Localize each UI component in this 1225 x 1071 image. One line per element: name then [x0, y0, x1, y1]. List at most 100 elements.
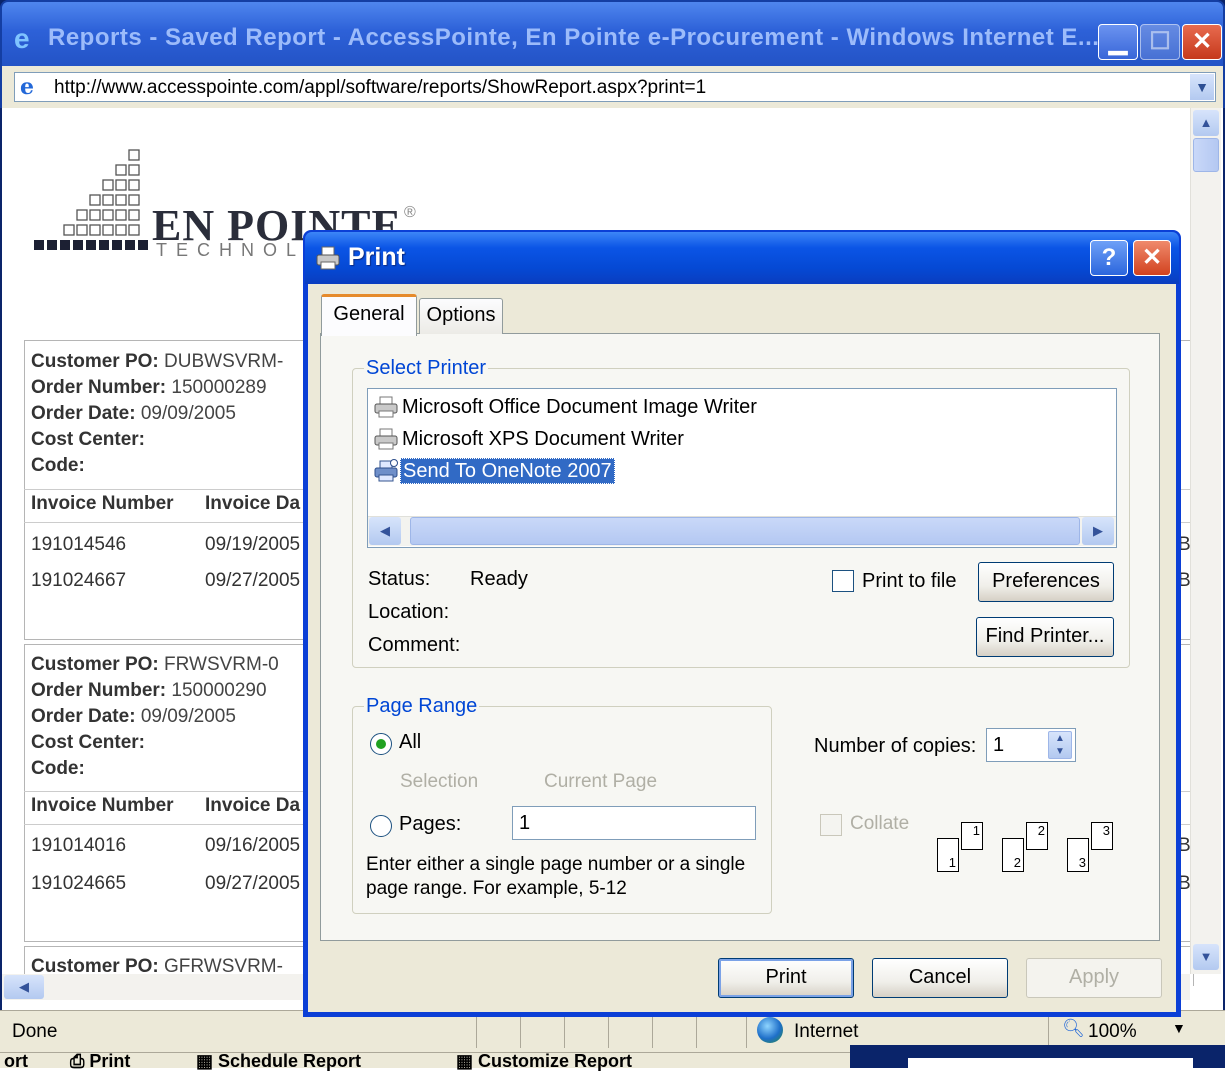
preferences-button[interactable]: Preferences — [978, 562, 1114, 602]
column-header-invoice-date: Invoice Da — [205, 795, 301, 816]
printer-icon — [374, 396, 398, 418]
collate-page-icon: 3 — [1067, 838, 1089, 872]
invoice-date-cell: 09/16/2005 — [205, 835, 301, 856]
apply-button[interactable]: Apply — [1026, 958, 1162, 998]
code-label: Code: — [31, 758, 85, 779]
logo-subtitle: TECHNOL — [156, 240, 306, 260]
collate-page-icon: 3 — [1091, 822, 1113, 850]
chevron-left-icon: ◀ — [19, 979, 29, 994]
invoice-date-cell: 09/19/2005 — [205, 534, 301, 555]
find-printer-button[interactable]: Find Printer... — [976, 617, 1114, 657]
collate-page-icon: 1 — [937, 838, 959, 872]
calendar-icon: ▦ — [456, 1051, 479, 1071]
printer-status-value: Ready — [470, 568, 528, 590]
radio-all[interactable] — [370, 733, 392, 755]
printer-item-onenote[interactable]: Send To OneNote 2007 — [372, 457, 615, 487]
radio-all-label[interactable]: All — [399, 731, 421, 754]
tab-options[interactable]: Options — [419, 298, 503, 334]
page-range-title: Page Range — [364, 695, 480, 718]
scroll-down-button[interactable]: ▼ — [1193, 944, 1219, 970]
select-printer-title: Select Printer — [364, 357, 489, 380]
radio-current-page-label: Current Page — [544, 771, 658, 792]
printer-item-office-image-writer[interactable]: Microsoft Office Document Image Writer — [372, 395, 759, 423]
order-number-row: Order Number: 150000289 — [31, 377, 267, 398]
printer-name: Send To OneNote 2007 — [400, 457, 615, 484]
help-button[interactable]: ? — [1090, 240, 1128, 276]
scroll-thumb[interactable] — [1193, 138, 1219, 172]
address-dropdown-button[interactable]: ▼ — [1190, 74, 1214, 100]
print-button[interactable]: Print — [718, 958, 854, 998]
address-url[interactable]: http://www.accesspointe.com/appl/softwar… — [54, 77, 706, 99]
invoice-number-cell: 191014546 — [31, 534, 127, 555]
browser-title: Reports - Saved Report - AccessPointe, E… — [48, 24, 1100, 51]
spin-down-icon: ▼ — [1055, 746, 1065, 757]
security-zone: Internet — [794, 1021, 859, 1042]
cancel-button[interactable]: Cancel — [872, 958, 1008, 998]
print-dialog-title: Print — [348, 243, 405, 271]
page-vertical-scrollbar[interactable] — [1190, 108, 1221, 974]
page-range-hint: Enter either a single page number or a s… — [366, 854, 746, 899]
column-header-invoice-date: Invoice Da — [205, 493, 301, 514]
copies-spinner[interactable]: ▲ ▼ — [1048, 731, 1072, 759]
invoice-number-cell: 191014016 — [31, 835, 127, 856]
customer-po-value: DUBWSVRM- — [164, 351, 284, 372]
status-separator — [476, 1014, 477, 1048]
scroll-thumb[interactable] — [410, 517, 1080, 545]
radio-pages-label[interactable]: Pages: — [399, 813, 461, 836]
tab-general[interactable]: General — [321, 294, 417, 336]
invoice-date-cell: 09/27/2005 — [205, 873, 301, 894]
printer-icon: ⎙ — [70, 1051, 90, 1071]
toolbar-item-schedule[interactable]: ▦ Schedule Report — [196, 1051, 361, 1071]
invoice-number-cell: 191024667 — [31, 570, 127, 591]
calendar-icon: ▦ — [196, 1051, 219, 1071]
scroll-left-button[interactable]: ◀ — [4, 975, 44, 999]
zoom-icon: 🔍︎ — [1062, 1018, 1085, 1038]
chevron-left-icon: ◀ — [380, 523, 390, 538]
printer-name: Microsoft XPS Document Writer — [402, 427, 684, 450]
en-pointe-logo-icon — [34, 149, 148, 250]
zoom-dropdown[interactable]: ▼ — [1172, 1020, 1186, 1036]
status-separator — [608, 1014, 609, 1048]
scroll-left-button[interactable]: ◀ — [369, 517, 401, 545]
chevron-right-icon: ▶ — [1093, 523, 1103, 538]
printer-item-xps-writer[interactable]: Microsoft XPS Document Writer — [372, 427, 686, 455]
column-header-invoice-number: Invoice Number — [31, 795, 174, 816]
zoom-level[interactable]: 100% — [1088, 1021, 1137, 1043]
pages-input[interactable]: 1 — [512, 806, 756, 840]
collate-page-icon: 1 — [961, 822, 983, 850]
order-date-row: Order Date: 09/09/2005 — [31, 706, 236, 727]
toolbar-item-print[interactable]: ⎙ Print — [70, 1051, 130, 1071]
chevron-down-icon: ▼ — [1199, 949, 1213, 964]
scroll-right-button[interactable]: ▶ — [1082, 517, 1114, 545]
logo-registered-mark: ® — [404, 204, 416, 221]
collate-page-icon: 2 — [1002, 838, 1024, 872]
background-window-field — [908, 1058, 1193, 1068]
chevron-down-icon: ▼ — [1195, 79, 1209, 95]
order-date-value: 09/09/2005 — [140, 403, 236, 424]
radio-pages[interactable] — [370, 815, 392, 837]
copies-label: Number of copies: — [814, 735, 977, 757]
status-separator — [696, 1014, 697, 1048]
print-dialog-title-bar[interactable] — [305, 232, 1179, 284]
scroll-up-button[interactable]: ▲ — [1193, 110, 1219, 136]
chevron-down-icon: ▼ — [1172, 1020, 1186, 1036]
maximize-button[interactable]: ☐ — [1140, 24, 1180, 60]
toolbar-item-customize[interactable]: ▦ Customize Report — [456, 1051, 632, 1071]
print-to-file-label[interactable]: Print to file — [862, 570, 956, 593]
printer-name: Microsoft Office Document Image Writer — [402, 395, 757, 418]
dialog-close-button[interactable]: ✕ — [1133, 240, 1171, 276]
order-number-value: 150000290 — [171, 680, 267, 701]
printer-icon — [316, 246, 340, 270]
status-separator — [746, 1014, 747, 1048]
toolbar-item[interactable]: ort — [4, 1051, 28, 1071]
location-label: Location: — [368, 601, 450, 623]
default-printer-icon — [374, 459, 398, 482]
print-to-file-checkbox[interactable] — [832, 570, 854, 592]
minimize-button[interactable]: ▁ — [1098, 24, 1138, 60]
maximize-icon: ☐ — [1149, 28, 1171, 55]
radio-selected-dot — [376, 739, 386, 749]
minimize-icon: ▁ — [1108, 28, 1128, 55]
browser-close-button[interactable]: ✕ — [1182, 24, 1222, 60]
invoice-date-cell: 09/27/2005 — [205, 570, 301, 591]
collate-checkbox[interactable] — [820, 814, 842, 836]
